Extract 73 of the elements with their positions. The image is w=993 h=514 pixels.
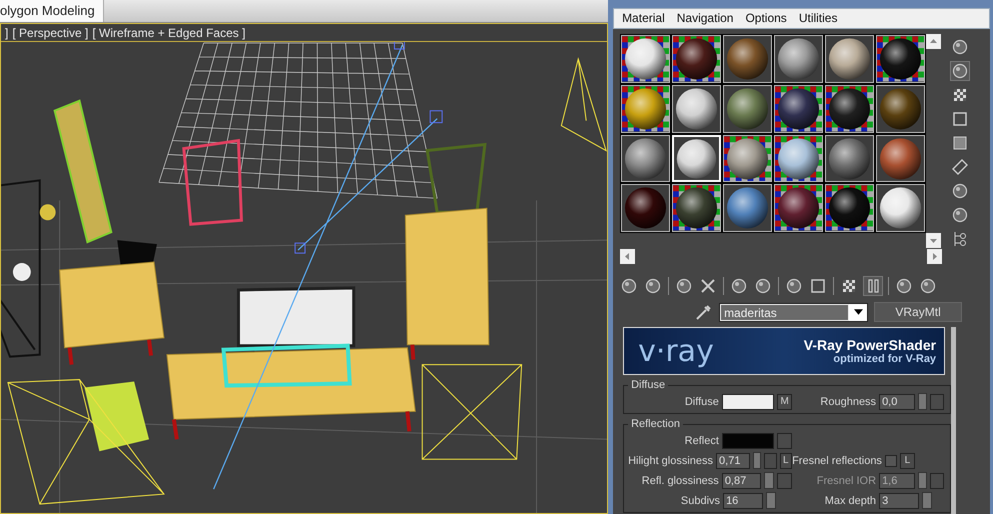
ribbon-tab[interactable]: olygon Modeling	[0, 0, 104, 22]
material-sample-slot[interactable]	[723, 35, 772, 83]
material-sample-slot[interactable]	[876, 184, 926, 232]
lock-button[interactable]: L	[780, 452, 792, 468]
viewport-label[interactable]: [ Wireframe + Edged Faces ]	[92, 26, 246, 39]
material-sample-slot[interactable]	[825, 134, 874, 182]
parameter-label: Reflect	[684, 434, 719, 446]
sphere-icon[interactable]	[951, 38, 970, 56]
menu-item[interactable]: Utilities	[794, 9, 842, 28]
material-sample-slot[interactable]	[774, 35, 824, 83]
material-sample-slot[interactable]	[774, 84, 824, 132]
parameter-label: Roughness	[819, 396, 876, 408]
group-title: Reflection	[630, 418, 681, 430]
spinner-arrows[interactable]	[918, 393, 928, 410]
material-sample-slot[interactable]	[621, 35, 670, 83]
spinner-arrows[interactable]	[922, 492, 932, 509]
parameter-label: Fresnel reflections	[792, 454, 882, 466]
material-sample-slot[interactable]	[672, 84, 722, 132]
scrollbar[interactable]	[951, 327, 956, 514]
material-sample-slot[interactable]	[825, 84, 874, 132]
material-type-button[interactable]: VRayMtl	[874, 302, 962, 322]
color-swatch[interactable]	[722, 432, 774, 448]
vray-logo: v·ray	[638, 334, 714, 368]
toggle-bars-icon[interactable]	[864, 277, 882, 295]
material-sample-slot[interactable]	[825, 35, 874, 83]
menu-item[interactable]: Options	[741, 9, 791, 28]
close-icon[interactable]	[699, 277, 718, 295]
parameter-label: Max depth	[824, 494, 876, 506]
material-sample-slot[interactable]	[621, 134, 670, 182]
viewport-label[interactable]: ]	[5, 26, 8, 39]
checkbox[interactable]	[884, 454, 897, 466]
parameter-label: Subdivs	[680, 494, 720, 506]
material-sample-slot[interactable]	[774, 184, 824, 232]
material-name-dropdown[interactable]: maderitas	[719, 302, 868, 322]
color-swatch[interactable]	[722, 394, 774, 410]
dropdown-arrow-icon[interactable]	[854, 309, 863, 315]
group-title: Diffuse	[630, 379, 666, 391]
material-sample-slot[interactable]	[723, 134, 772, 182]
material-sample-slot[interactable]	[723, 184, 772, 232]
parameter-label: Hilight glossiness	[628, 454, 714, 466]
number-field[interactable]: 3	[879, 492, 920, 508]
number-field[interactable]: 16	[723, 492, 764, 508]
square-icon[interactable]	[809, 277, 828, 295]
banner-subtitle: optimized for V-Ray	[833, 353, 936, 365]
spinner-arrows[interactable]	[766, 492, 776, 509]
lock-button[interactable]: L	[900, 452, 915, 468]
material-sample-slot[interactable]	[621, 84, 670, 132]
material-sample-slot[interactable]	[774, 134, 824, 182]
material-sample-slot[interactable]	[825, 184, 874, 232]
backlight-sphere-icon[interactable]	[951, 62, 970, 80]
material-sample-slot[interactable]	[672, 184, 722, 232]
parameter-label: Fresnel IOR	[816, 474, 876, 486]
spinner-arrows[interactable]	[918, 472, 928, 489]
parameter-label: Refl. glossiness	[640, 474, 719, 486]
viewport-label[interactable]: [ Perspective ]	[12, 26, 88, 39]
number-field[interactable]: 0,0	[879, 394, 916, 410]
material-sample-slot[interactable]	[876, 84, 926, 132]
material-sample-slot[interactable]	[672, 35, 722, 83]
square-icon[interactable]	[951, 110, 970, 128]
material-sample-slot[interactable]	[876, 134, 926, 182]
material-sample-slot[interactable]	[621, 184, 670, 232]
eyedropper-icon[interactable]	[695, 303, 714, 321]
banner-title: V-Ray PowerShader	[804, 337, 936, 353]
spinner-arrows[interactable]	[764, 472, 774, 489]
material-sample-slot[interactable]	[723, 84, 772, 132]
number-field[interactable]: 0,71	[716, 452, 750, 468]
material-sample-slot[interactable]	[876, 35, 926, 83]
map-button[interactable]: M	[777, 394, 792, 410]
menu-item[interactable]: Material	[618, 9, 669, 28]
parameter-label: Diffuse	[684, 396, 719, 408]
spinner-arrows[interactable]	[752, 452, 762, 469]
number-field[interactable]: 0,87	[722, 472, 762, 488]
menu-item[interactable]: Navigation	[672, 9, 738, 28]
